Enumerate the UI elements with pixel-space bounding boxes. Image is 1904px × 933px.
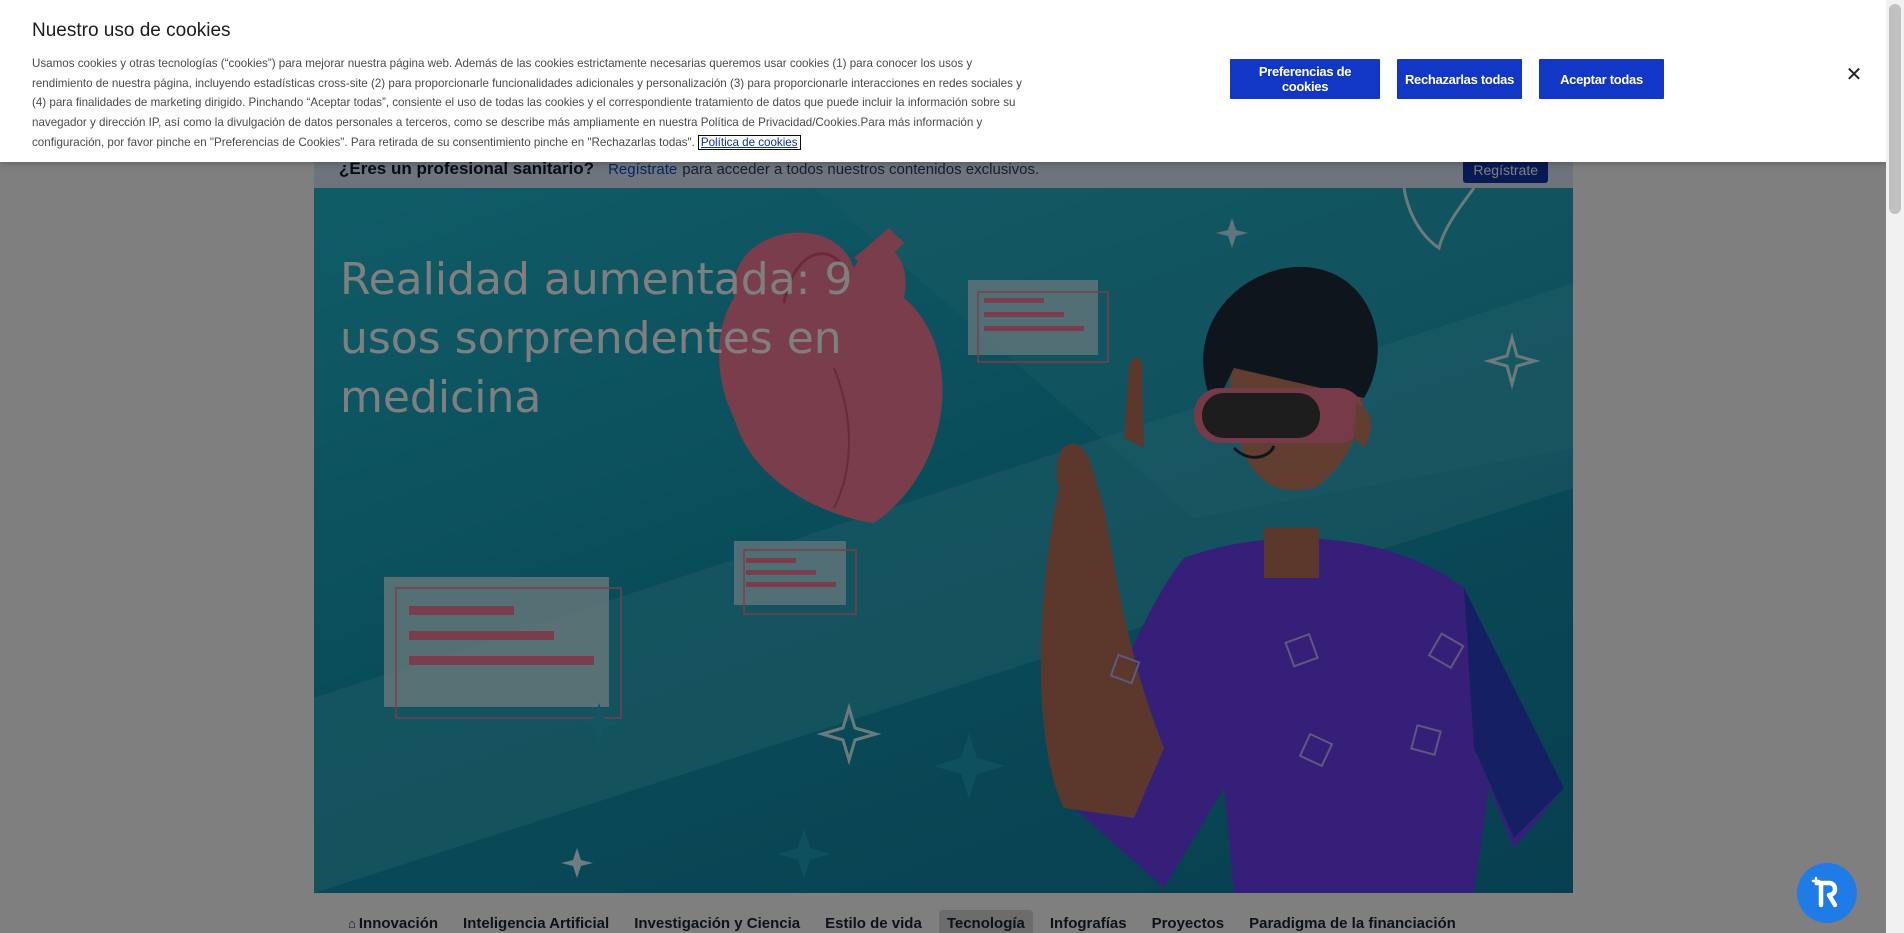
scrollbar[interactable] — [1886, 0, 1904, 933]
scrollbar-thumb[interactable] — [1889, 4, 1901, 214]
accessibility-r-icon — [1811, 876, 1838, 908]
reject-all-button[interactable]: Rechazarlas todas — [1397, 59, 1522, 99]
cookie-description: Usamos cookies y otras tecnologías (“coo… — [32, 54, 1022, 153]
floating-action-button[interactable] — [1797, 863, 1857, 923]
cookie-preferences-button[interactable]: Preferencias de cookies — [1230, 59, 1380, 99]
accept-all-button[interactable]: Aceptar todas — [1539, 59, 1664, 99]
cookie-policy-link[interactable]: Política de cookies — [697, 134, 801, 150]
cookie-banner: Nuestro uso de cookies Usamos cookies y … — [0, 0, 1886, 162]
cookie-text: Usamos cookies y otras tecnologías (“coo… — [32, 57, 1022, 149]
close-icon[interactable]: ✕ — [1844, 65, 1864, 85]
cookie-title: Nuestro uso de cookies — [32, 20, 231, 41]
